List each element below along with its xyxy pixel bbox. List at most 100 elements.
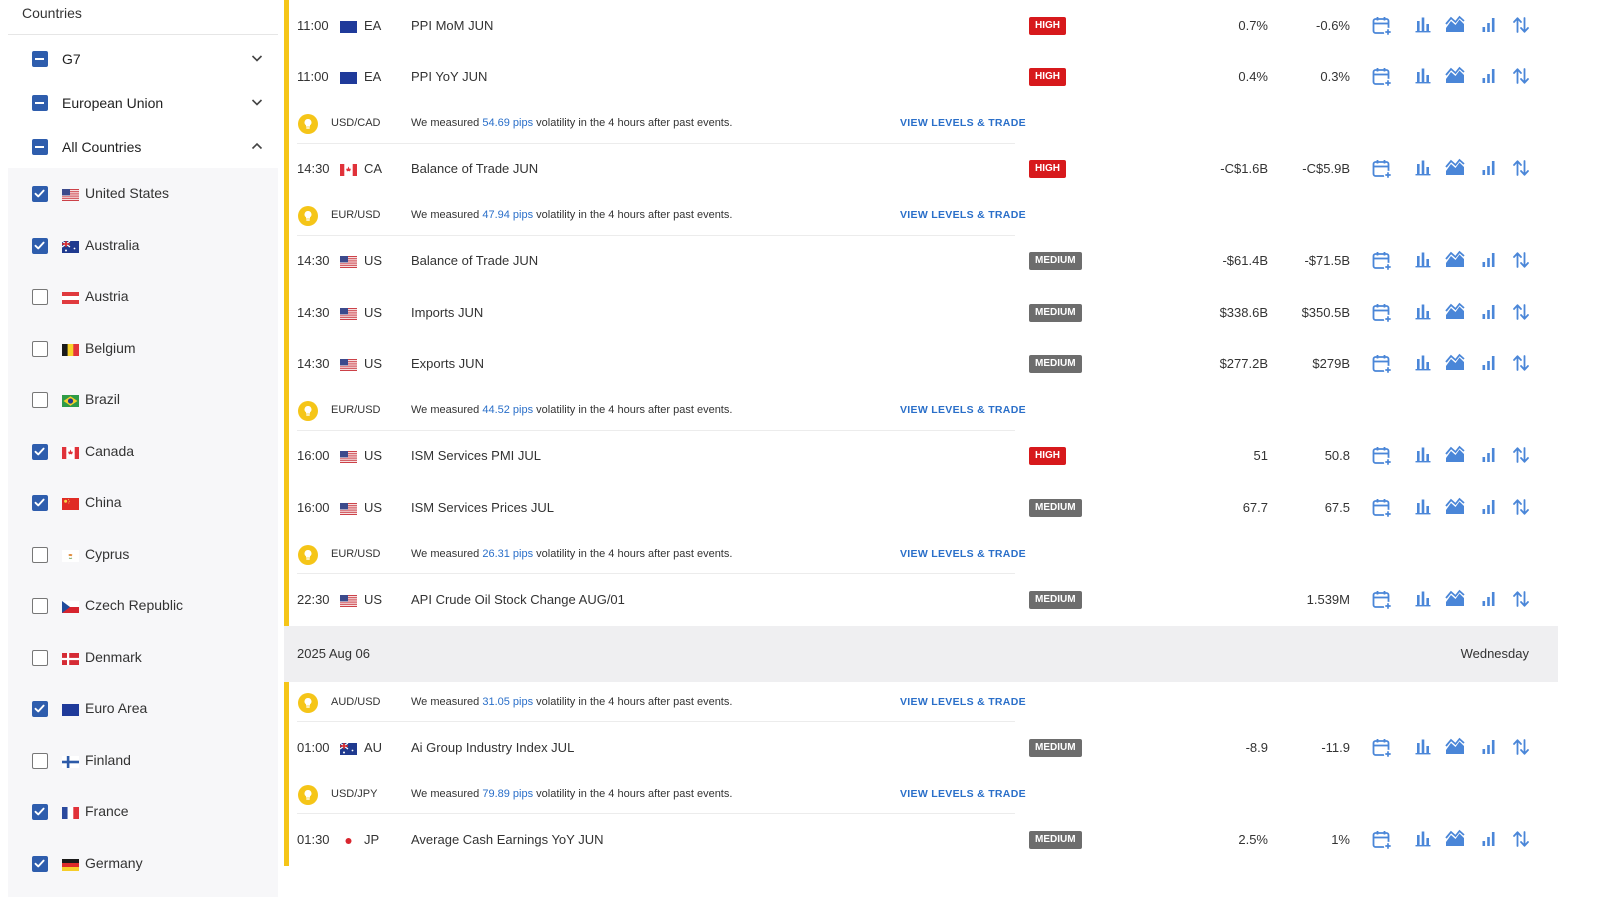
area-chart-icon[interactable]: [1444, 589, 1465, 609]
signal-bars-icon[interactable]: [1479, 158, 1499, 178]
sort-arrows-icon[interactable]: [1511, 15, 1531, 35]
sort-arrows-icon[interactable]: [1511, 589, 1531, 609]
bar-chart-icon[interactable]: [1413, 829, 1433, 849]
event-row[interactable]: 16:00 US ISM Services Prices JUL MEDIUM 67.7…: [284, 482, 1558, 534]
signal-bars-icon[interactable]: [1479, 829, 1499, 849]
event-title[interactable]: Exports JUN: [411, 356, 484, 371]
event-row[interactable]: 11:00 EA PPI MoM JUN HIGH 0.7% -0.6%: [284, 0, 1558, 52]
chevron-down-icon[interactable]: [250, 51, 264, 65]
signal-bars-icon[interactable]: [1479, 15, 1499, 35]
bar-chart-icon[interactable]: [1413, 445, 1433, 465]
calendar-add-icon[interactable]: [1371, 15, 1393, 36]
area-chart-icon[interactable]: [1444, 737, 1465, 757]
sort-arrows-icon[interactable]: [1511, 497, 1531, 517]
country-item-france[interactable]: France: [8, 786, 278, 838]
country-checkbox[interactable]: [32, 701, 48, 717]
event-row[interactable]: 01:00 AU Ai Group Industry Index JUL MEDIUM…: [284, 722, 1558, 774]
country-item-belgium[interactable]: Belgium: [8, 323, 278, 375]
signal-bars-icon[interactable]: [1479, 66, 1499, 86]
calendar-add-icon[interactable]: [1371, 158, 1393, 180]
group-european-union[interactable]: European Union: [8, 81, 278, 125]
sort-arrows-icon[interactable]: [1511, 353, 1531, 373]
event-row[interactable]: 14:30 CA Balance of Trade JUN HIGH -C$1.6B -C…: [284, 143, 1558, 195]
view-levels-trade-link[interactable]: VIEW LEVELS & TRADE: [900, 117, 1026, 129]
country-checkbox[interactable]: [32, 237, 48, 254]
bar-chart-icon[interactable]: [1413, 737, 1433, 757]
sort-arrows-icon[interactable]: [1511, 445, 1531, 465]
country-checkbox[interactable]: [32, 186, 48, 202]
signal-bars-icon[interactable]: [1479, 445, 1499, 465]
view-levels-trade-link[interactable]: VIEW LEVELS & TRADE: [900, 404, 1026, 416]
country-checkbox[interactable]: [32, 289, 48, 305]
event-title[interactable]: Ai Group Industry Index JUL: [411, 740, 574, 755]
bar-chart-icon[interactable]: [1413, 302, 1433, 322]
area-chart-icon[interactable]: [1444, 66, 1465, 86]
sort-arrows-icon[interactable]: [1511, 250, 1531, 270]
event-row[interactable]: 22:30 US API Crude Oil Stock Change AUG/01…: [284, 574, 1558, 626]
bar-chart-icon[interactable]: [1413, 497, 1433, 517]
sort-arrows-icon[interactable]: [1511, 829, 1531, 849]
calendar-add-icon[interactable]: [1371, 737, 1393, 758]
event-row[interactable]: 14:30 US Exports JUN MEDIUM $277.2B $279B: [284, 338, 1558, 390]
country-item-brazil[interactable]: Brazil: [8, 374, 278, 426]
event-title[interactable]: API Crude Oil Stock Change AUG/01: [411, 592, 625, 607]
event-title[interactable]: ISM Services Prices JUL: [411, 500, 554, 515]
area-chart-icon[interactable]: [1444, 445, 1465, 465]
view-levels-trade-link[interactable]: VIEW LEVELS & TRADE: [900, 696, 1026, 708]
calendar-add-icon[interactable]: [1371, 302, 1393, 323]
calendar-add-icon[interactable]: [1371, 829, 1393, 850]
chevron-up-icon[interactable]: [250, 139, 264, 153]
event-title[interactable]: PPI MoM JUN: [411, 18, 493, 33]
chevron-down-icon[interactable]: [250, 95, 264, 109]
country-item-denmark[interactable]: Denmark: [8, 632, 278, 684]
calendar-add-icon[interactable]: [1371, 353, 1393, 375]
calendar-add-icon[interactable]: [1371, 445, 1393, 467]
calendar-add-icon[interactable]: [1371, 497, 1393, 518]
calendar-add-icon[interactable]: [1371, 66, 1393, 88]
country-item-austria[interactable]: Austria: [8, 271, 278, 323]
country-checkbox[interactable]: [32, 649, 48, 666]
bar-chart-icon[interactable]: [1413, 589, 1433, 609]
event-title[interactable]: Balance of Trade JUN: [411, 161, 538, 176]
area-chart-icon[interactable]: [1444, 250, 1465, 270]
sort-arrows-icon[interactable]: [1511, 737, 1531, 757]
country-checkbox[interactable]: [32, 598, 48, 614]
signal-bars-icon[interactable]: [1479, 497, 1499, 517]
country-item-united-states[interactable]: United States: [8, 168, 278, 220]
event-title[interactable]: Balance of Trade JUN: [411, 253, 538, 268]
group-g7[interactable]: G7: [8, 37, 278, 81]
view-levels-trade-link[interactable]: VIEW LEVELS & TRADE: [900, 209, 1026, 221]
group-checkbox[interactable]: [32, 51, 48, 67]
country-item-canada[interactable]: Canada: [8, 426, 278, 478]
event-title[interactable]: Average Cash Earnings YoY JUN: [411, 832, 603, 847]
calendar-add-icon[interactable]: [1371, 589, 1393, 610]
country-checkbox[interactable]: [32, 443, 48, 460]
sort-arrows-icon[interactable]: [1511, 302, 1531, 322]
area-chart-icon[interactable]: [1444, 302, 1465, 322]
country-checkbox[interactable]: [32, 855, 48, 872]
bar-chart-icon[interactable]: [1413, 15, 1433, 35]
event-row[interactable]: 14:30 US Balance of Trade JUN MEDIUM -$61.4B…: [284, 235, 1558, 287]
event-row[interactable]: 11:00 EA PPI YoY JUN HIGH 0.4% 0.3%: [284, 51, 1558, 103]
area-chart-icon[interactable]: [1444, 497, 1465, 517]
event-row[interactable]: 14:30 US Imports JUN MEDIUM $338.6B $350.5B: [284, 287, 1558, 339]
country-checkbox[interactable]: [32, 495, 48, 511]
event-title[interactable]: PPI YoY JUN: [411, 69, 487, 84]
sort-arrows-icon[interactable]: [1511, 158, 1531, 178]
country-item-china[interactable]: China: [8, 477, 278, 529]
country-item-czech-republic[interactable]: Czech Republic: [8, 580, 278, 632]
country-item-euro-area[interactable]: Euro Area: [8, 683, 278, 735]
sort-arrows-icon[interactable]: [1511, 66, 1531, 86]
country-checkbox[interactable]: [32, 804, 48, 820]
signal-bars-icon[interactable]: [1479, 589, 1499, 609]
bar-chart-icon[interactable]: [1413, 66, 1433, 86]
event-row[interactable]: 16:00 US ISM Services PMI JUL HIGH 51 50.8: [284, 430, 1558, 482]
country-item-germany[interactable]: Germany: [8, 838, 278, 890]
calendar-add-icon[interactable]: [1371, 250, 1393, 272]
group-checkbox[interactable]: [32, 139, 48, 155]
signal-bars-icon[interactable]: [1479, 250, 1499, 270]
area-chart-icon[interactable]: [1444, 15, 1465, 35]
bar-chart-icon[interactable]: [1413, 353, 1433, 373]
bar-chart-icon[interactable]: [1413, 158, 1433, 178]
signal-bars-icon[interactable]: [1479, 302, 1499, 322]
